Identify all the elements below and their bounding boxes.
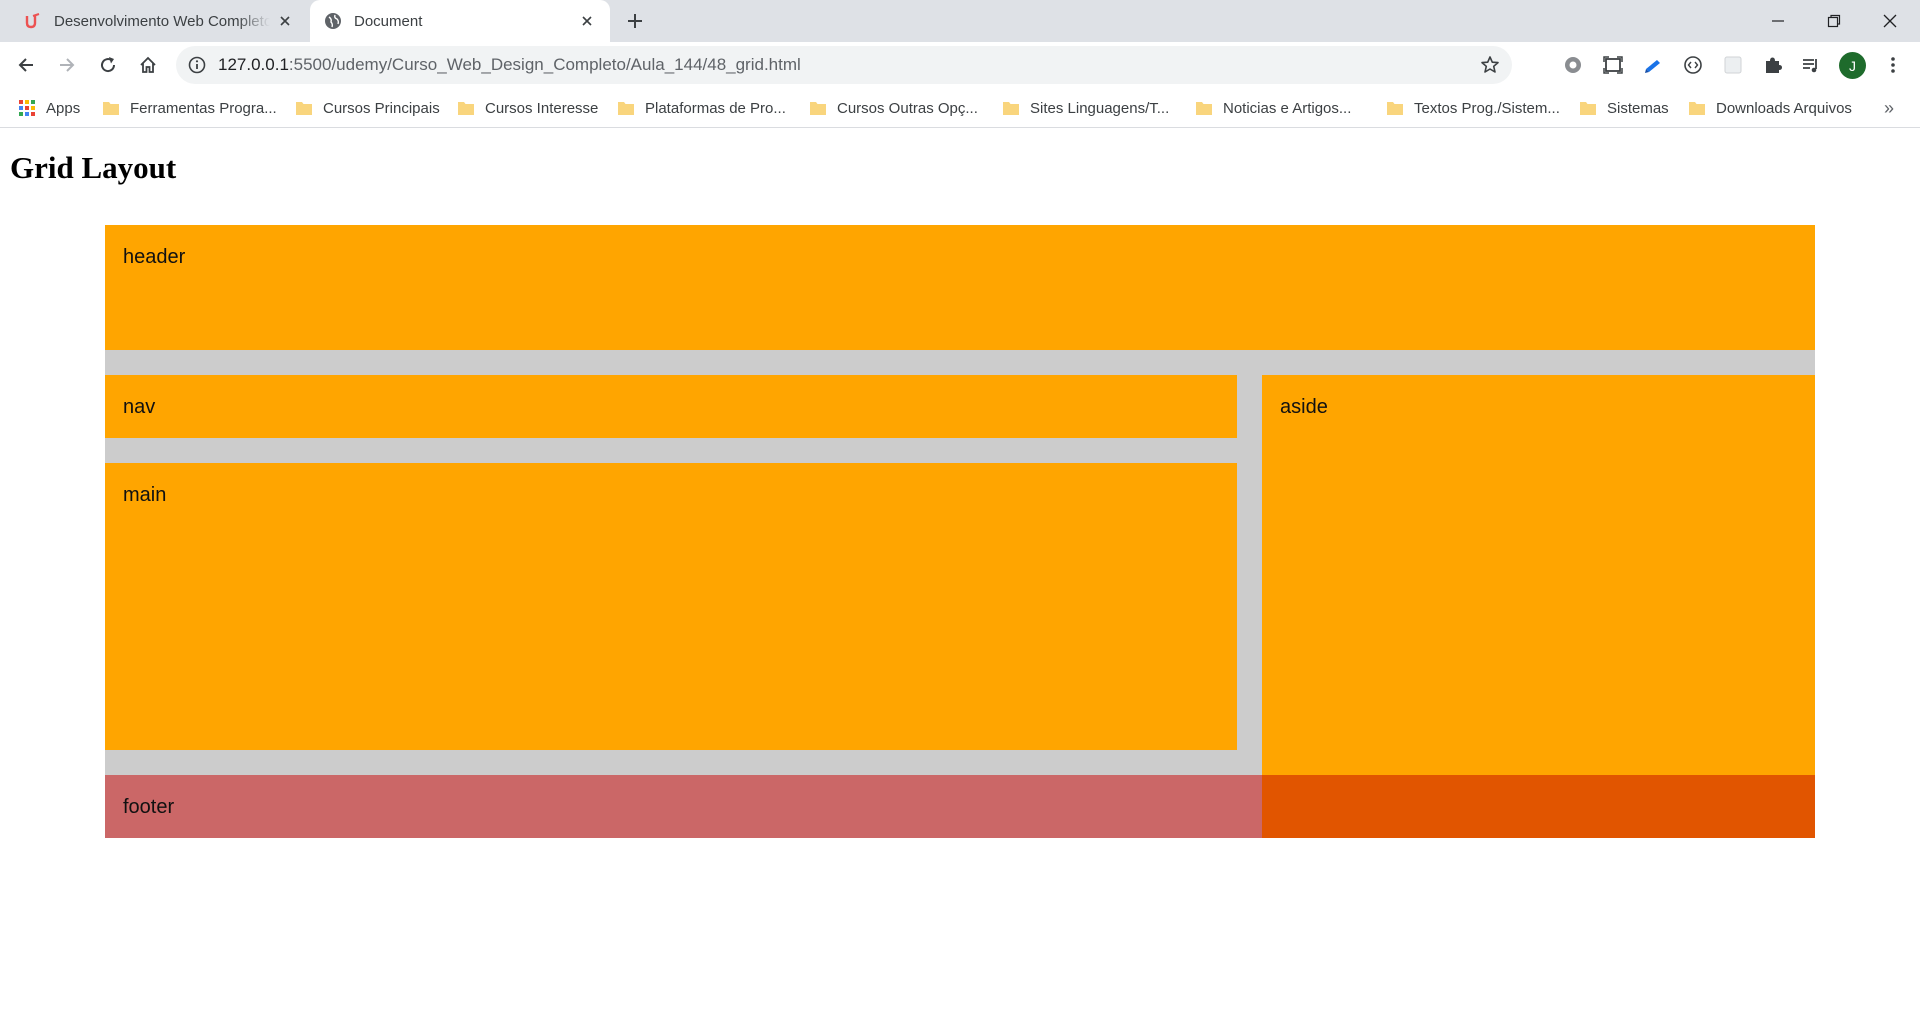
folder-icon [810,101,826,115]
bookmarks-overflow-button[interactable]: » [1884,98,1894,119]
tab-title: Document [354,12,423,30]
url-path: :5500/udemy/Curso_Web_Design_Completo/Au… [288,55,801,74]
bookmark-label: Apps [46,99,81,117]
reload-icon [101,57,116,73]
new-tab-button[interactable] [622,8,648,34]
arrow-right-icon [60,58,75,72]
browser-toolbar: 127.0.0.1:5500/udemy/Curso_Web_Design_Co… [0,42,1920,88]
grid-footer: footer [105,775,1262,838]
arrow-left-icon [18,58,33,72]
folder-icon [1387,101,1403,115]
avatar[interactable]: J [1839,52,1866,79]
bookmark-folder[interactable]: Sites Linguagens/T... [1003,88,1169,128]
bookmark-folder[interactable]: Cursos Principais [296,88,440,128]
folder-icon [103,101,119,115]
bookmark-folder[interactable]: Textos Prog./Sistem... [1387,88,1560,128]
extension-settings-icon[interactable] [1562,54,1584,76]
home-icon [140,56,156,73]
folder-icon [1580,101,1596,115]
bookmark-label: Cursos Outras Opç... [837,99,978,117]
close-icon [1883,14,1897,28]
puzzle-icon[interactable] [1762,54,1784,76]
bookmark-label: Noticias e Artigos... [1223,99,1352,117]
close-window-button[interactable] [1862,0,1918,42]
tab-desenvolvimento[interactable]: Desenvolvimento Web Completo [0,0,308,42]
minimize-icon [1772,20,1784,22]
grid-nav: nav [105,375,1237,438]
pen-extension-icon[interactable] [1642,54,1664,76]
kebab-menu-icon[interactable] [1882,54,1904,76]
grid-main: main [105,463,1237,750]
plus-icon [628,14,642,28]
reload-button[interactable] [92,49,124,81]
home-button[interactable] [132,49,164,81]
page-title: Grid Layout [10,150,177,185]
bookmark-label: Plataformas de Pro... [645,99,786,117]
bookmark-folder[interactable]: Noticias e Artigos... [1196,88,1351,128]
tab-strip: Desenvolvimento Web Completo Document [0,0,1920,42]
close-icon[interactable] [276,12,294,30]
bookmark-label: Cursos Principais [323,99,440,117]
udemy-icon [24,12,42,30]
grid-header: header [105,225,1815,350]
grid-aside: aside [1262,375,1815,775]
blank-extension-icon[interactable] [1722,54,1744,76]
screenshot-icon[interactable] [1602,54,1624,76]
back-button[interactable] [10,49,42,81]
info-icon[interactable] [188,56,206,74]
bookmark-folder[interactable]: Downloads Arquivos [1689,88,1852,128]
tab-title: Desenvolvimento Web Completo [54,12,270,30]
star-icon[interactable] [1480,55,1500,75]
url-host: 127.0.0.1 [218,55,289,74]
bookmark-label: Textos Prog./Sistem... [1414,99,1560,117]
folder-icon [1689,101,1705,115]
tab-document[interactable]: Document [310,0,610,42]
folder-icon [618,101,634,115]
bookmark-folder[interactable]: Sistemas [1580,88,1669,128]
bookmark-label: Downloads Arquivos [1716,99,1852,117]
grid-container: header nav main aside footer [105,225,1815,838]
globe-icon [324,12,342,30]
media-playlist-icon[interactable] [1800,54,1822,76]
minimize-button[interactable] [1750,0,1806,42]
bookmark-folder[interactable]: Cursos Outras Opç... [810,88,978,128]
page-content: Grid Layout header nav main aside footer [0,128,1920,1030]
close-icon[interactable] [578,12,596,30]
bookmark-label: Cursos Interesse [485,99,599,117]
grid-footer-overlap [1262,775,1815,838]
restore-icon [1827,14,1841,28]
forward-button[interactable] [51,49,83,81]
bookmark-folder[interactable]: Cursos Interesse [458,88,598,128]
folder-icon [1003,101,1019,115]
bookmark-label: Ferramentas Progra... [130,99,277,117]
folder-icon [458,101,474,115]
bookmark-folder[interactable]: Ferramentas Progra... [103,88,277,128]
bookmarks-bar: Apps Ferramentas Progra... Cursos Princi… [0,88,1920,128]
bookmark-label: Sites Linguagens/T... [1030,99,1170,117]
code-extension-icon[interactable] [1682,54,1704,76]
bookmark-label: Sistemas [1607,99,1669,117]
restore-button[interactable] [1806,0,1862,42]
bookmark-folder[interactable]: Plataformas de Pro... [618,88,786,128]
address-bar[interactable]: 127.0.0.1:5500/udemy/Curso_Web_Design_Co… [176,46,1512,84]
folder-icon [1196,101,1212,115]
folder-icon [296,101,312,115]
bookmark-apps[interactable]: Apps [18,88,80,128]
apps-grid-icon [19,100,35,116]
url-text: 127.0.0.1:5500/udemy/Curso_Web_Design_Co… [218,55,801,75]
